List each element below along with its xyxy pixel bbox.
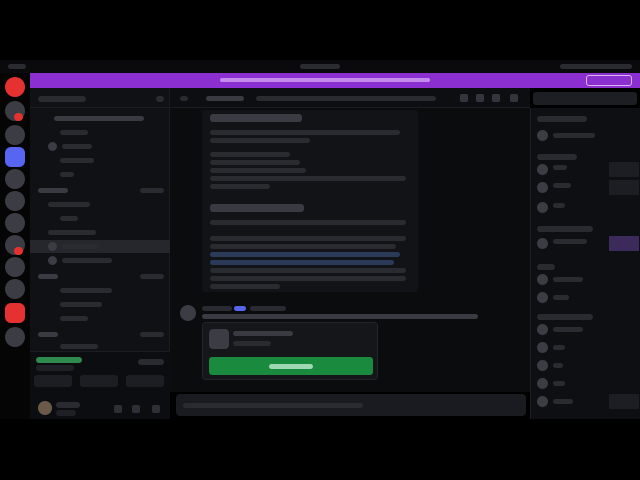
voice-invite-card	[202, 322, 378, 380]
member-list	[530, 108, 640, 419]
message-composer[interactable]	[176, 394, 526, 416]
gear-icon[interactable]	[152, 405, 160, 413]
join-voice-button[interactable]	[209, 357, 373, 375]
search-input[interactable]	[533, 92, 637, 105]
channel-row[interactable]	[30, 112, 170, 125]
notice-banner	[30, 73, 640, 88]
member-row[interactable]	[531, 236, 640, 251]
server-header[interactable]	[30, 88, 169, 108]
user-bar	[30, 397, 170, 420]
channel-row[interactable]	[30, 126, 170, 139]
server-icon[interactable]	[5, 169, 25, 189]
member-row[interactable]	[531, 358, 640, 373]
voice-member[interactable]	[30, 298, 170, 311]
avatar[interactable]	[180, 305, 196, 321]
voice-status-panel	[30, 351, 170, 419]
voice-member[interactable]	[30, 226, 170, 239]
camera-button[interactable]	[34, 375, 72, 387]
back-icon[interactable]	[8, 64, 26, 69]
voice-member[interactable]	[30, 284, 170, 297]
server-rail	[0, 73, 30, 419]
window-controls[interactable]	[560, 64, 632, 69]
banner-action-button[interactable]	[586, 75, 632, 86]
mic-icon[interactable]	[114, 405, 122, 413]
server-icon[interactable]	[5, 279, 25, 299]
headphones-icon[interactable]	[132, 405, 140, 413]
server-icon[interactable]	[5, 191, 25, 211]
chat-header	[170, 88, 530, 108]
voice-member[interactable]	[30, 212, 170, 225]
unread-badge	[14, 113, 23, 121]
member-row[interactable]	[531, 376, 640, 391]
voice-member[interactable]	[30, 240, 170, 253]
message-list	[170, 108, 530, 392]
server-icon	[209, 329, 229, 349]
avatar[interactable]	[38, 401, 52, 415]
desktop-background	[0, 419, 640, 480]
voice-member[interactable]	[30, 198, 170, 211]
channel-row[interactable]	[30, 154, 170, 167]
server-icon[interactable]	[5, 327, 25, 347]
channel-row[interactable]	[30, 168, 170, 181]
member-row[interactable]	[531, 322, 640, 337]
threads-icon[interactable]	[460, 94, 468, 102]
banner-text	[220, 78, 430, 82]
message-embed	[202, 110, 418, 292]
member-row[interactable]	[531, 272, 640, 287]
voice-channel[interactable]	[30, 270, 170, 283]
server-icon[interactable]	[5, 147, 25, 167]
server-icon[interactable]	[5, 213, 25, 233]
activities-button[interactable]	[126, 375, 164, 387]
unread-badge	[14, 247, 23, 255]
server-icon[interactable]	[5, 303, 25, 323]
pin-icon[interactable]	[492, 94, 500, 102]
member-row[interactable]	[531, 394, 640, 409]
window-title	[300, 64, 340, 69]
channel-row[interactable]	[30, 140, 170, 153]
member-row[interactable]	[531, 340, 640, 355]
voice-member[interactable]	[30, 312, 170, 325]
members-icon[interactable]	[510, 94, 518, 102]
server-icon[interactable]	[5, 125, 25, 145]
server-icon[interactable]	[5, 77, 25, 97]
voice-channel[interactable]	[30, 184, 170, 197]
server-icon[interactable]	[5, 257, 25, 277]
member-row[interactable]	[531, 128, 640, 143]
window-titlebar	[0, 60, 640, 73]
bell-icon[interactable]	[476, 94, 484, 102]
member-row[interactable]	[531, 200, 640, 215]
member-row[interactable]	[531, 162, 640, 177]
member-row[interactable]	[531, 180, 640, 195]
screen-share-button[interactable]	[80, 375, 118, 387]
member-row[interactable]	[531, 290, 640, 305]
voice-member[interactable]	[30, 254, 170, 267]
